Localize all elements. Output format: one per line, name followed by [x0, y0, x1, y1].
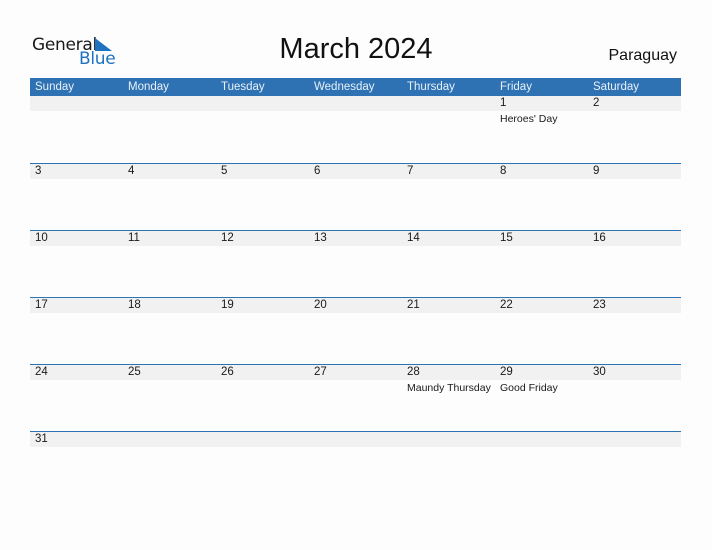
- day-cell: 30: [588, 365, 681, 431]
- weekday-friday: Friday: [500, 81, 532, 93]
- day-number: 14: [407, 232, 420, 244]
- day-cell: 28 Maundy Thursday: [402, 365, 495, 431]
- weekday-monday: Monday: [128, 81, 169, 93]
- day-cell: 31: [30, 432, 123, 498]
- holiday-label: Maundy Thursday: [407, 382, 491, 394]
- day-cell: 4: [123, 164, 216, 230]
- day-cell: 24: [30, 365, 123, 431]
- day-cell: 20: [309, 298, 402, 364]
- day-cell: 2: [588, 96, 681, 163]
- day-number: 31: [35, 433, 48, 445]
- day-number: 5: [221, 165, 228, 177]
- holiday-label: Heroes' Day: [500, 113, 558, 125]
- day-cell: 25: [123, 365, 216, 431]
- day-cell: 3: [30, 164, 123, 230]
- day-cell: 1 Heroes' Day: [495, 96, 588, 163]
- day-number: 28: [407, 366, 420, 378]
- day-number: 18: [128, 299, 141, 311]
- day-cell: [402, 432, 495, 498]
- day-cell: 14: [402, 231, 495, 297]
- weekday-saturday: Saturday: [593, 81, 640, 93]
- day-number: 9: [593, 165, 600, 177]
- day-cell: 18: [123, 298, 216, 364]
- day-number: 30: [593, 366, 606, 378]
- weekday-tuesday: Tuesday: [221, 81, 265, 93]
- day-cell: [588, 432, 681, 498]
- day-number: 17: [35, 299, 48, 311]
- week-row: 3 4 5 6 7 8 9: [30, 163, 681, 230]
- day-cell: 12: [216, 231, 309, 297]
- day-cell: 16: [588, 231, 681, 297]
- day-number: 10: [35, 232, 48, 244]
- week-row: 31: [30, 431, 681, 498]
- day-number: 7: [407, 165, 414, 177]
- day-number: 19: [221, 299, 234, 311]
- day-cell: 21: [402, 298, 495, 364]
- weekday-header: Sunday Monday Tuesday Wednesday Thursday…: [30, 78, 681, 96]
- day-cell: 8: [495, 164, 588, 230]
- day-number: 6: [314, 165, 321, 177]
- day-number: 26: [221, 366, 234, 378]
- day-number: 11: [128, 232, 140, 244]
- day-cell: 7: [402, 164, 495, 230]
- day-number: 16: [593, 232, 606, 244]
- day-cell: 22: [495, 298, 588, 364]
- day-number: 20: [314, 299, 327, 311]
- day-number: 25: [128, 366, 141, 378]
- day-cell: 23: [588, 298, 681, 364]
- day-number: 3: [35, 165, 42, 177]
- day-cell: [216, 96, 309, 163]
- day-number: 24: [35, 366, 48, 378]
- day-cell: [216, 432, 309, 498]
- day-cell: 6: [309, 164, 402, 230]
- country-label: Paraguay: [608, 47, 678, 64]
- week-row: 10 11 12 13 14 15 16: [30, 230, 681, 297]
- day-cell: [309, 96, 402, 163]
- day-number: 1: [500, 97, 507, 109]
- day-number: 15: [500, 232, 513, 244]
- day-cell: 15: [495, 231, 588, 297]
- day-cell: 19: [216, 298, 309, 364]
- day-number: 27: [314, 366, 327, 378]
- holiday-label: Good Friday: [500, 382, 558, 394]
- day-cell: 11: [123, 231, 216, 297]
- day-number: 21: [407, 299, 420, 311]
- day-cell: 13: [309, 231, 402, 297]
- day-cell: [30, 96, 123, 163]
- day-cell: 27: [309, 365, 402, 431]
- week-row: 1 Heroes' Day 2: [30, 96, 681, 163]
- day-cell: [123, 432, 216, 498]
- day-number: 12: [221, 232, 234, 244]
- day-cell: 17: [30, 298, 123, 364]
- day-cell: 9: [588, 164, 681, 230]
- day-number: 13: [314, 232, 327, 244]
- calendar-grid: Sunday Monday Tuesday Wednesday Thursday…: [30, 78, 681, 498]
- day-number: 22: [500, 299, 513, 311]
- weekday-wednesday: Wednesday: [314, 81, 375, 93]
- day-cell: 5: [216, 164, 309, 230]
- weekday-thursday: Thursday: [407, 81, 455, 93]
- week-row: 17 18 19 20 21 22 23: [30, 297, 681, 364]
- weekday-sunday: Sunday: [35, 81, 75, 93]
- day-cell: 10: [30, 231, 123, 297]
- day-cell: 26: [216, 365, 309, 431]
- day-cell: [309, 432, 402, 498]
- calendar-title: March 2024: [279, 33, 433, 65]
- week-row: 24 25 26 27 28 Maundy Thursday 29 Good Friday 30: [30, 364, 681, 431]
- day-cell: [402, 96, 495, 163]
- weeks-container: 1 Heroes' Day 2 3 4 5 6 7 8 9 10 11 12 13 14 15 16 17 18 19…: [30, 96, 681, 498]
- day-cell: [495, 432, 588, 498]
- day-number: 29: [500, 366, 513, 378]
- day-number: 2: [593, 97, 600, 109]
- day-cell: [123, 96, 216, 163]
- day-number: 23: [593, 299, 606, 311]
- day-number: 4: [128, 165, 135, 177]
- day-cell: 29 Good Friday: [495, 365, 588, 431]
- day-number: 8: [500, 165, 507, 177]
